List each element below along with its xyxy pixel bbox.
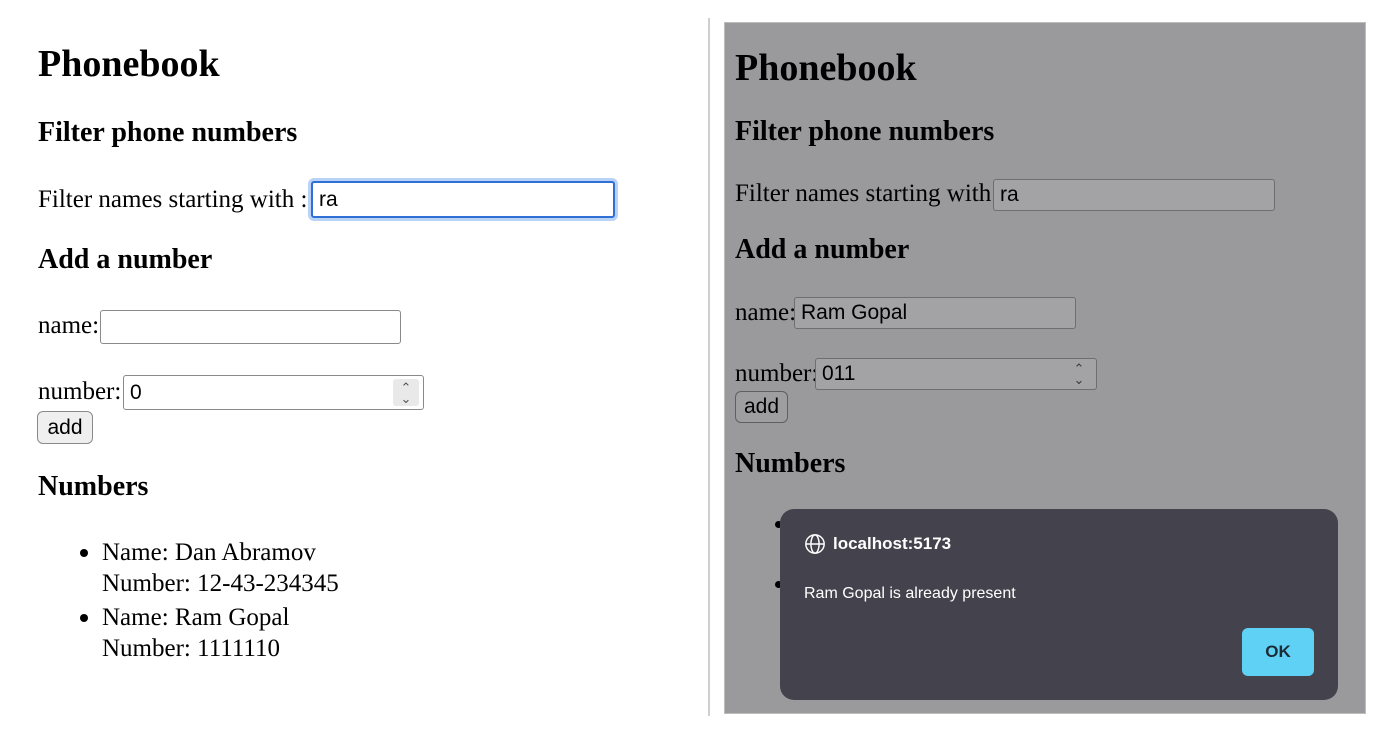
name-label: name: (735, 299, 797, 326)
filter-input-value: ra (319, 187, 338, 211)
numbers-heading: Numbers (38, 471, 149, 502)
add-button[interactable]: add (37, 411, 93, 444)
filter-input[interactable]: ra (993, 179, 1275, 211)
number-label: number: (38, 378, 122, 405)
number-input[interactable]: 0 ⌃ ⌄ (123, 375, 424, 410)
name-input-value: Ram Gopal (801, 301, 908, 324)
number-stepper[interactable]: ⌃ ⌄ (393, 379, 419, 406)
add-heading: Add a number (735, 234, 910, 265)
page-title: Phonebook (735, 47, 917, 89)
numbers-heading: Numbers (735, 448, 846, 479)
name-label: name: (38, 312, 100, 339)
entry-number: Number: 12-43-234345 (102, 570, 339, 597)
list-item: Name: Dan Abramov Number: 12-43-234345 (38, 537, 339, 599)
entry-name: Name: Ram Gopal (102, 604, 290, 631)
number-input-value: 0 (130, 380, 142, 404)
panel-divider (708, 18, 710, 716)
dialog-origin-text: localhost:5173 (833, 534, 952, 553)
page-title: Phonebook (38, 43, 220, 85)
ok-button[interactable]: OK (1242, 628, 1314, 676)
filter-heading: Filter phone numbers (38, 117, 298, 148)
filter-input[interactable]: ra (311, 181, 615, 218)
number-input[interactable]: 011 ⌃ ⌄ (815, 358, 1097, 390)
number-input-value: 011 (822, 362, 856, 385)
numbers-list: Name: Dan Abramov Number: 12-43-234345 N… (38, 537, 339, 667)
filter-label: Filter names starting with : (735, 180, 1005, 207)
alert-dialog: localhost:5173 Ram Gopal is already pres… (780, 509, 1338, 700)
filter-label: Filter names starting with : (38, 186, 308, 213)
entry-name: Name: Dan Abramov (102, 539, 316, 566)
list-item: Name: Ram Gopal Number: 1111110 (38, 602, 339, 664)
add-heading: Add a number (38, 244, 213, 275)
chevron-down-icon[interactable]: ⌄ (401, 392, 412, 405)
number-label: number: (735, 360, 819, 387)
chevron-down-icon[interactable]: ⌄ (1074, 373, 1085, 386)
add-button[interactable]: add (735, 391, 788, 423)
name-input[interactable] (100, 310, 401, 344)
dialog-message: Ram Gopal is already present (804, 585, 1016, 602)
globe-icon (805, 534, 825, 554)
entry-number: Number: 1111110 (102, 635, 280, 662)
name-input[interactable]: Ram Gopal (794, 297, 1076, 329)
filter-heading: Filter phone numbers (735, 116, 995, 147)
dialog-origin: localhost:5173 (804, 533, 951, 555)
number-stepper[interactable]: ⌃ ⌄ (1066, 362, 1092, 386)
filter-input-value: ra (1000, 183, 1019, 206)
